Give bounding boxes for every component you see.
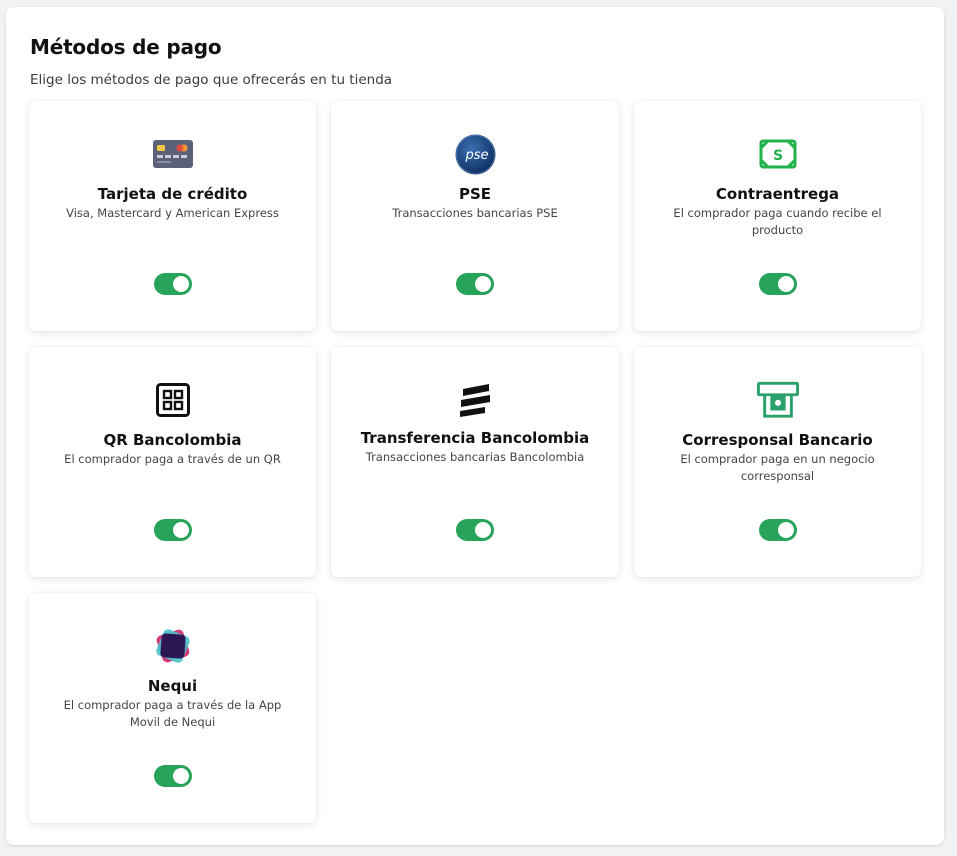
payment-method-title: QR Bancolombia [103, 431, 242, 449]
page-title: Métodos de pago [30, 35, 222, 59]
toggle-knob [777, 276, 794, 292]
credit-card-toggle[interactable] [153, 273, 192, 295]
nequi-logo-icon [152, 626, 194, 666]
payment-method-description: El comprador paga a través de la App Mov… [63, 698, 282, 729]
payment-method-description: El comprador paga a través de un QR [64, 452, 281, 466]
nequi-toggle[interactable] [153, 765, 192, 787]
payment-method-title: PSE [458, 185, 492, 203]
qr-icon [152, 380, 194, 420]
payment-method-title: Corresponsal Bancario [682, 431, 873, 449]
payment-method-description: Transacciones bancarias Bancolombia [365, 450, 585, 464]
credit-card-icon [152, 134, 194, 174]
payment-method-title: Nequi [147, 677, 198, 695]
payment-methods-grid: Tarjeta de crédito Visa, Mastercard y Am… [29, 101, 922, 823]
cash-on-delivery-toggle[interactable] [758, 273, 797, 295]
payment-method-title: Transferencia Bancolombia [360, 429, 590, 447]
payment-method-card-nequi: Nequi El comprador paga a través de la A… [29, 593, 316, 823]
toggle-knob [475, 522, 491, 538]
payment-method-description: El comprador paga en un negocio correspo… [680, 452, 875, 483]
payment-method-card-banking-correspondent: Corresponsal Bancario El comprador paga … [634, 347, 921, 577]
payment-method-description: Transacciones bancarias PSE [392, 206, 558, 220]
toggle-knob [475, 276, 491, 292]
toggle-knob [172, 768, 189, 784]
pse-logo-icon: pse [454, 134, 496, 174]
bancolombia-transfer-toggle[interactable] [456, 519, 494, 541]
payment-method-card-qr: QR Bancolombia El comprador paga a travé… [29, 347, 316, 577]
pse-toggle[interactable] [456, 273, 494, 295]
payment-method-description: Visa, Mastercard y American Express [66, 206, 279, 220]
banking-correspondent-toggle[interactable] [758, 519, 797, 541]
toggle-knob [172, 276, 189, 292]
payment-method-description: El comprador paga cuando recibe el produ… [673, 206, 882, 237]
payment-method-card-credit-card: Tarjeta de crédito Visa, Mastercard y Am… [29, 101, 316, 331]
toggle-knob [172, 522, 189, 538]
qr-toggle[interactable] [153, 519, 192, 541]
page-subtitle: Elige los métodos de pago que ofrecerás … [30, 72, 393, 88]
pse-logo-text: pse [464, 148, 488, 163]
payment-method-card-bancolombia-transfer: Transferencia Bancolombia Transacciones … [331, 347, 619, 577]
payment-method-title: Contraentrega [715, 185, 840, 203]
payment-methods-panel: Métodos de pago Elige los métodos de pag… [6, 7, 944, 845]
atm-icon [756, 380, 799, 420]
cash-icon-symbol: S [772, 148, 782, 164]
cash-icon: S [757, 134, 799, 174]
payment-method-title: Tarjeta de crédito [97, 185, 248, 203]
toggle-knob [777, 522, 794, 538]
payment-method-card-pse: pse PSE Transacciones bancarias PSE [331, 101, 619, 331]
payment-method-card-cash-on-delivery: S Contraentrega El comprador paga cuando… [634, 101, 921, 331]
bancolombia-logo-icon [454, 380, 496, 420]
